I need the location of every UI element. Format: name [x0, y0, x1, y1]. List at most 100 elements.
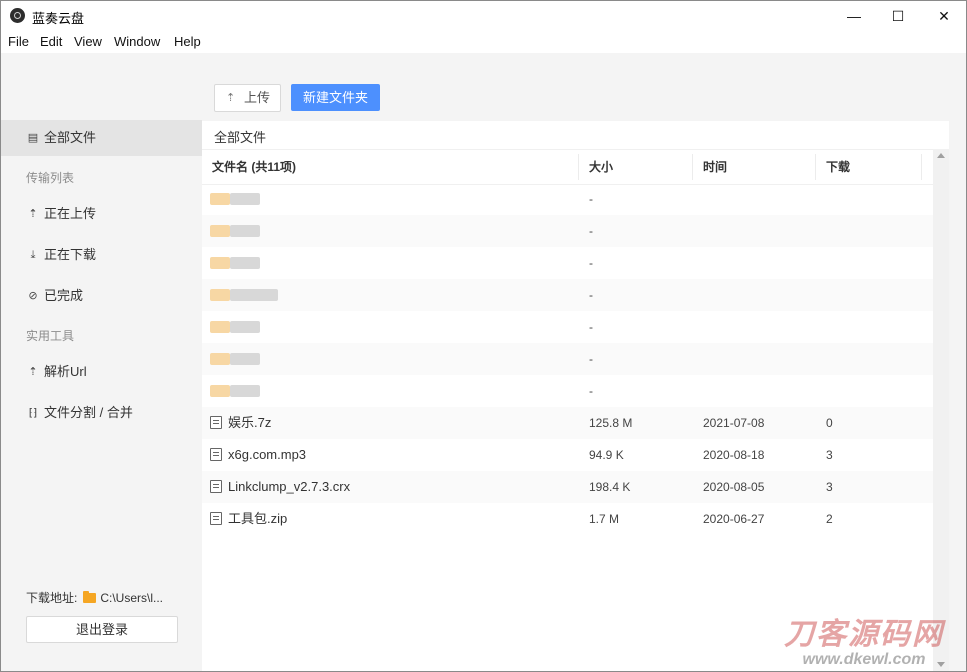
column-divider [578, 154, 579, 180]
app-window: 蓝奏云盘 — ☐ ✕ File Edit View Window Help ▤ … [0, 0, 967, 672]
upload-button-label: 上传 [244, 90, 271, 105]
table-row[interactable]: - [202, 343, 933, 375]
download-path-label: 下载地址: [26, 591, 78, 605]
file-time: 2020-06-27 [703, 512, 765, 526]
sidebar-section-tools: 实用工具 [26, 329, 75, 343]
sidebar-item-completed[interactable]: ⊘ 已完成 [1, 278, 202, 314]
file-size: - [589, 384, 593, 398]
new-folder-button[interactable]: 新建文件夹 [291, 84, 380, 111]
folder-name-redacted[interactable] [210, 311, 260, 343]
file-name: x6g.com.mp3 [228, 447, 307, 462]
file-size: - [589, 192, 593, 206]
column-divider [921, 154, 922, 180]
breadcrumb[interactable]: 全部文件 [214, 127, 266, 146]
menu-help[interactable]: Help [174, 34, 201, 49]
file-icon [210, 512, 222, 525]
cloud-upload-icon: ⇡ [28, 208, 38, 220]
download-path: 下载地址: C:\Users\l... [26, 589, 163, 606]
column-header-size[interactable]: 大小 [589, 150, 613, 184]
file-time: 2020-08-18 [703, 448, 765, 462]
scroll-up-arrow-icon[interactable] [937, 153, 945, 158]
app-logo-icon [10, 8, 25, 23]
cloud-icon: ⇡ [28, 366, 38, 378]
menu-view[interactable]: View [74, 34, 102, 49]
sidebar-item-split-merge[interactable]: ⁅⁆ 文件分割 / 合并 [1, 395, 202, 431]
download-icon: ⤓ [30, 249, 36, 261]
folder-name-redacted[interactable] [210, 279, 278, 311]
sidebar-item-label: 已完成 [44, 288, 84, 303]
file-downloads: 0 [826, 416, 833, 430]
file-time: 2020-08-05 [703, 480, 765, 494]
folder-name-redacted[interactable] [210, 343, 260, 375]
download-path-value[interactable]: C:\Users\l... [100, 591, 163, 605]
file-icon [210, 448, 222, 461]
sidebar-item-downloading[interactable]: ⤓ 正在下载 [1, 237, 202, 273]
main-panel: ⇡ 上传 新建文件夹 全部文件 文件名 (共11项) 大小 时间 下载 - - … [202, 53, 966, 671]
file-size: - [589, 256, 593, 270]
file-name-cell[interactable]: 娱乐.7z [210, 407, 271, 439]
table-header: 文件名 (共11项) 大小 时间 下载 [202, 149, 933, 185]
menu-bar: File Edit View Window Help [1, 31, 966, 53]
table-row[interactable]: - [202, 247, 933, 279]
file-size: - [589, 224, 593, 238]
file-size: 125.8 M [589, 416, 633, 430]
sidebar-section-transfer: 传输列表 [26, 171, 75, 185]
minimize-button[interactable]: — [831, 1, 877, 31]
column-divider [815, 154, 816, 180]
table-row[interactable]: - [202, 183, 933, 215]
table-row[interactable]: - [202, 311, 933, 343]
file-size: 1.7 M [589, 512, 620, 526]
menu-window[interactable]: Window [114, 34, 160, 49]
file-name-cell[interactable]: Linkclump_v2.7.3.crx [210, 471, 350, 503]
sidebar: ▤ 全部文件 传输列表 ⇡ 正在上传 ⤓ 正在下载 ⊘ 已完成 实用工具 ⇡ 解… [1, 53, 202, 671]
file-downloads: 2 [826, 512, 833, 526]
column-header-name[interactable]: 文件名 (共11项) [212, 150, 296, 184]
watermark: 刀客源码网 www.dkewl.com [769, 619, 959, 669]
file-icon [210, 480, 222, 493]
folder-name-redacted[interactable] [210, 247, 260, 279]
folder-name-redacted[interactable] [210, 215, 260, 247]
upload-button[interactable]: ⇡ 上传 [214, 84, 281, 112]
menu-file[interactable]: File [8, 34, 29, 49]
column-header-downloads[interactable]: 下载 [826, 150, 850, 184]
file-size: - [589, 288, 593, 302]
folder-icon [83, 591, 97, 603]
column-divider [692, 154, 693, 180]
maximize-button[interactable]: ☐ [875, 1, 921, 31]
sidebar-item-all-files[interactable]: ▤ 全部文件 [1, 120, 202, 156]
title-bar: 蓝奏云盘 — ☐ ✕ [1, 1, 966, 31]
file-name-cell[interactable]: x6g.com.mp3 [210, 439, 306, 471]
table-row[interactable]: Linkclump_v2.7.3.crx 198.4 K 2020-08-05 … [202, 471, 933, 503]
file-downloads: 3 [826, 448, 833, 462]
table-row[interactable]: - [202, 215, 933, 247]
column-header-time[interactable]: 时间 [703, 150, 727, 184]
file-name-cell[interactable]: 工具包.zip [210, 503, 287, 535]
file-downloads: 3 [826, 480, 833, 494]
table-row[interactable]: 工具包.zip 1.7 M 2020-06-27 2 [202, 503, 933, 535]
logout-button[interactable]: 退出登录 [26, 616, 178, 643]
file-size: - [589, 352, 593, 366]
sidebar-item-label: 解析Url [44, 364, 87, 379]
folder-name-redacted[interactable] [210, 183, 260, 215]
table-scrollbar[interactable] [933, 149, 949, 671]
menu-edit[interactable]: Edit [40, 34, 62, 49]
file-icon [210, 416, 222, 429]
sidebar-item-parse-url[interactable]: ⇡ 解析Url [1, 354, 202, 390]
table-row[interactable]: - [202, 279, 933, 311]
split-icon: ⁅⁆ [28, 407, 38, 419]
cloud-upload-icon: ⇡ [226, 92, 236, 104]
toolbar: ⇡ 上传 新建文件夹 [202, 53, 966, 121]
table-row[interactable]: 娱乐.7z 125.8 M 2021-07-08 0 [202, 407, 933, 439]
window-title: 蓝奏云盘 [32, 11, 85, 26]
check-circle-icon: ⊘ [28, 290, 38, 302]
sidebar-item-uploading[interactable]: ⇡ 正在上传 [1, 196, 202, 232]
folder-name-redacted[interactable] [210, 375, 260, 407]
file-name: 工具包.zip [228, 511, 288, 526]
sidebar-item-label: 全部文件 [44, 130, 97, 145]
watermark-url: www.dkewl.com [802, 651, 926, 668]
table-row[interactable]: x6g.com.mp3 94.9 K 2020-08-18 3 [202, 439, 933, 471]
file-name: Linkclump_v2.7.3.crx [228, 479, 351, 494]
table-row[interactable]: - [202, 375, 933, 407]
file-time: 2021-07-08 [703, 416, 765, 430]
close-button[interactable]: ✕ [921, 1, 966, 31]
